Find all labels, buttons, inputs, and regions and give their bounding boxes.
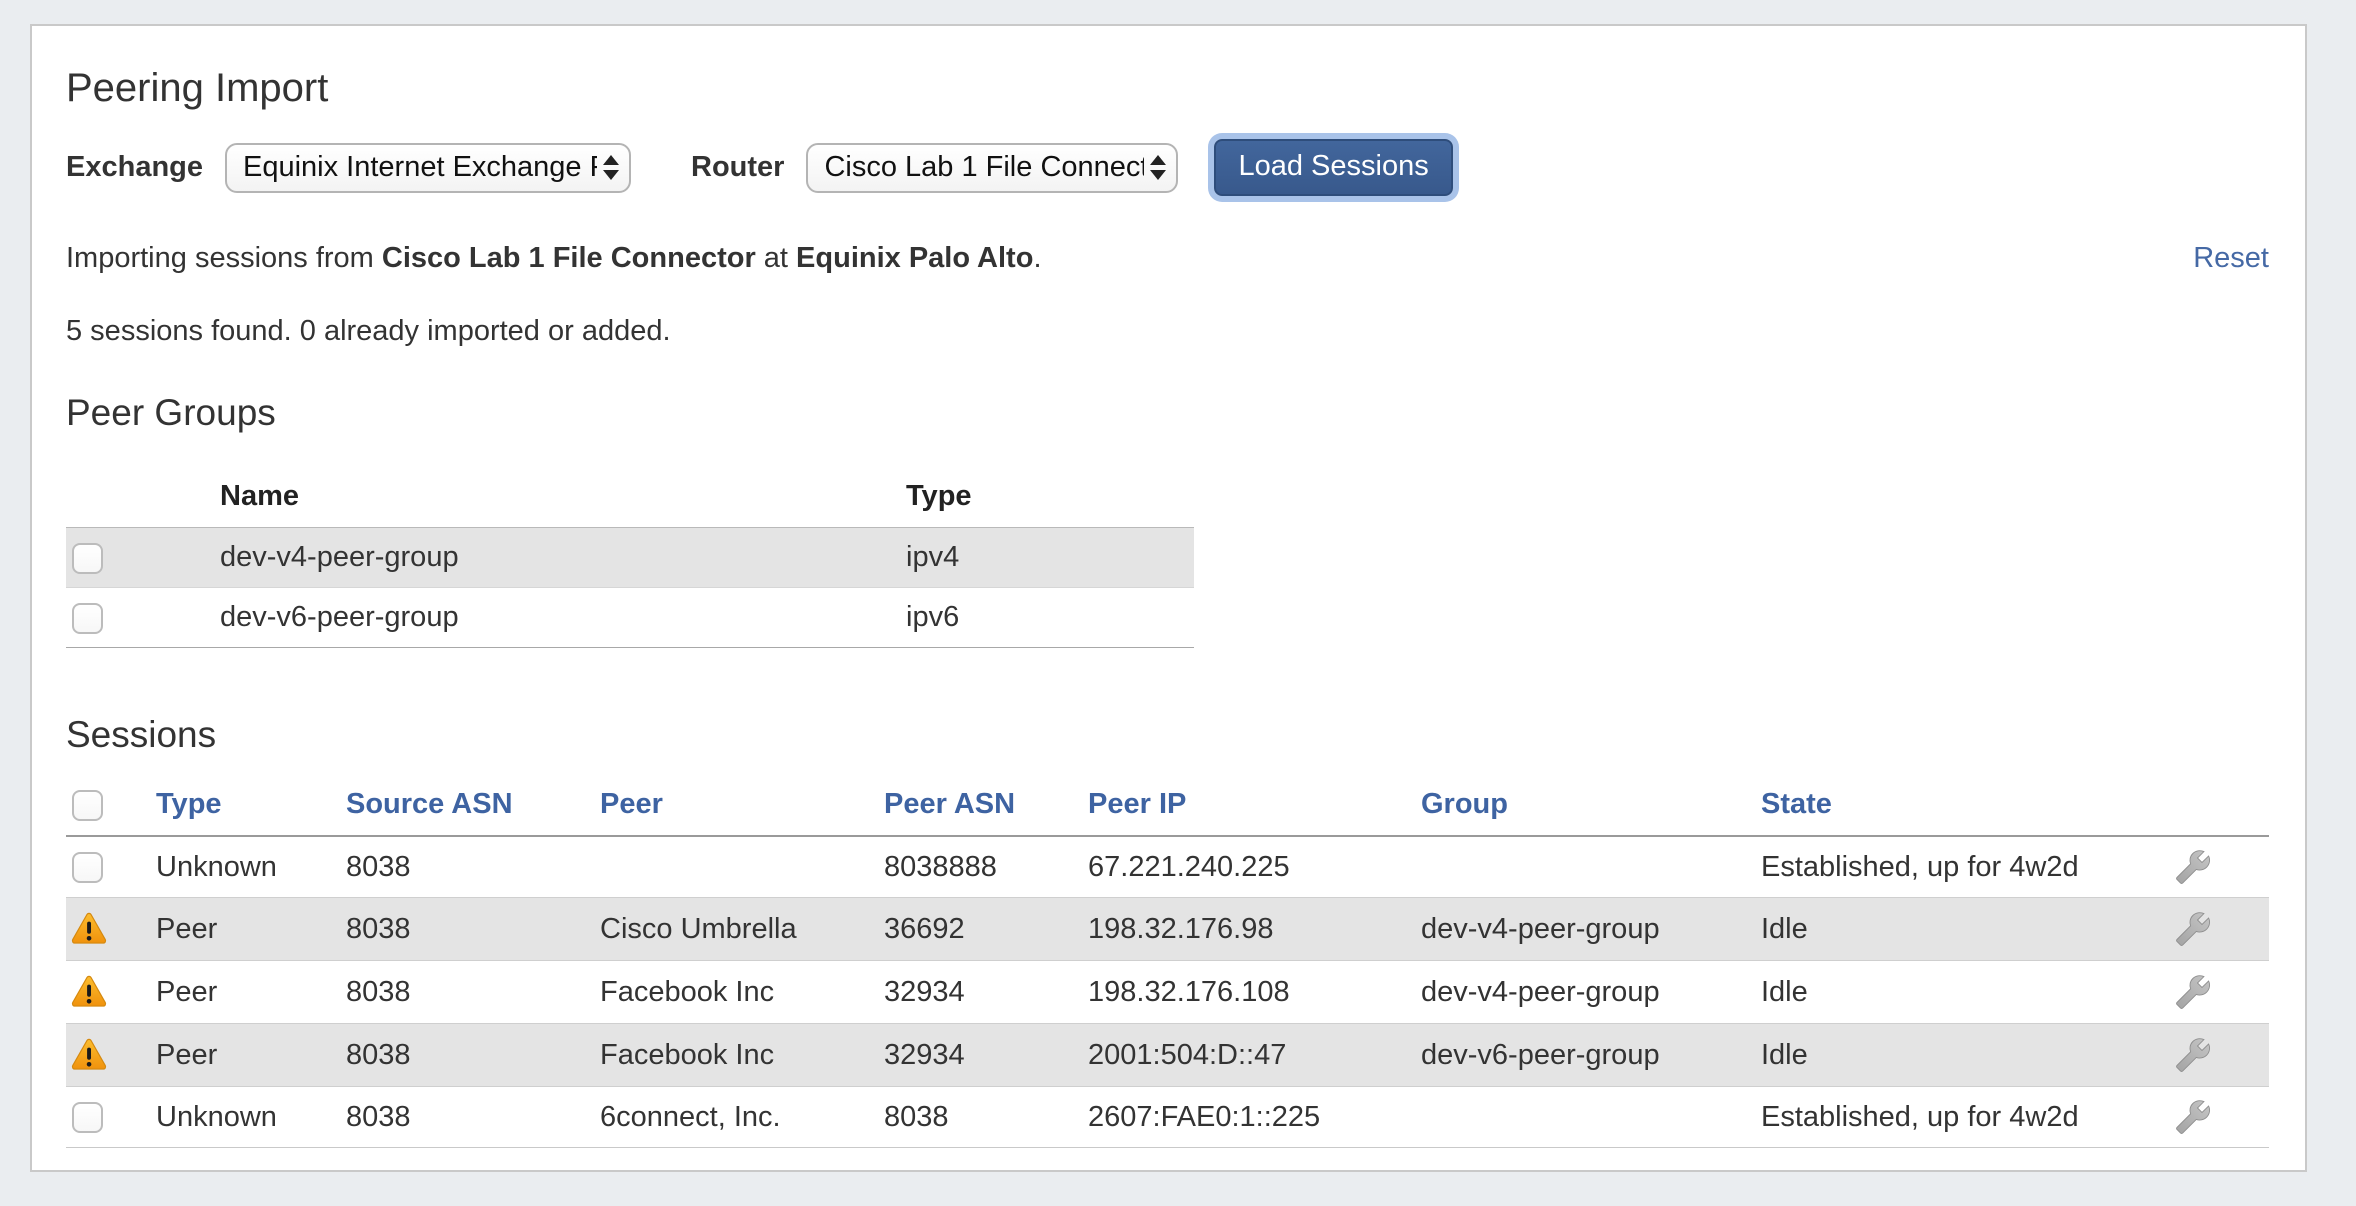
session-peer (600, 836, 884, 898)
select-all-checkbox[interactable] (72, 790, 103, 821)
session-peer-asn: 36692 (884, 898, 1088, 961)
peer-groups-header-row: Name Type (66, 468, 1194, 528)
reset-link-top[interactable]: Reset (2193, 242, 2269, 275)
session-peer-ip: 198.32.176.108 (1088, 961, 1421, 1024)
session-peer: 6connect, Inc. (600, 1087, 884, 1148)
status-prefix: Importing sessions from (66, 242, 374, 274)
warning-icon (68, 973, 110, 1011)
session-type: Peer (156, 898, 346, 961)
router-label: Router (691, 151, 784, 184)
session-row: Peer 8038 Facebook Inc 32934 198.32.176.… (66, 961, 2269, 1024)
sort-group-link[interactable]: Group (1421, 788, 1508, 820)
session-group: dev-v4-peer-group (1421, 898, 1761, 961)
importing-status-text: Importing sessions from Cisco Lab 1 File… (66, 242, 1042, 275)
sort-peer-link[interactable]: Peer (600, 788, 663, 820)
session-row: Unknown 8038 6connect, Inc. 8038 2607:FA… (66, 1087, 2269, 1148)
wrench-icon[interactable] (2175, 911, 2211, 947)
session-peer-ip: 2607:FAE0:1::225 (1088, 1087, 1421, 1148)
session-peer-asn: 8038 (884, 1087, 1088, 1148)
session-checkbox[interactable] (72, 852, 103, 883)
session-row: Unknown 8038 8038888 67.221.240.225 Esta… (66, 836, 2269, 898)
session-peer: Facebook Inc (600, 1024, 884, 1087)
peer-groups-table: Name Type dev-v4-peer-group ipv4 dev-v6-… (66, 468, 1194, 648)
session-peer: Facebook Inc (600, 961, 884, 1024)
sessions-header-row: Type Source ASN Peer Peer ASN Peer IP Gr… (66, 778, 2269, 836)
session-peer: Cisco Umbrella (600, 898, 884, 961)
warning-icon (68, 910, 110, 948)
peer-group-name: dev-v6-peer-group (220, 588, 906, 648)
session-row: Peer 8038 Cisco Umbrella 36692 198.32.17… (66, 898, 2269, 961)
session-row: Peer 8038 Facebook Inc 32934 2001:504:D:… (66, 1024, 2269, 1087)
peer-group-checkbox[interactable] (72, 603, 103, 634)
load-sessions-button[interactable]: Load Sessions (1214, 139, 1452, 196)
select-stepper-icon (1150, 155, 1166, 180)
router-select-value: Cisco Lab 1 File Connector (824, 151, 1144, 184)
peer-groups-header-name: Name (220, 468, 906, 528)
peer-groups-heading: Peer Groups (66, 392, 2269, 434)
session-group: dev-v6-peer-group (1421, 1024, 1761, 1087)
peer-group-row: dev-v6-peer-group ipv6 (66, 588, 1194, 648)
session-type: Peer (156, 1024, 346, 1087)
session-peer-ip: 2001:504:D::47 (1088, 1024, 1421, 1087)
status-suffix: . (1033, 242, 1041, 274)
session-peer-asn: 8038888 (884, 836, 1088, 898)
controls-row: Exchange Equinix Internet Exchange Palo … (66, 139, 2269, 196)
peer-groups-header-type: Type (906, 468, 1194, 528)
session-type: Unknown (156, 1087, 346, 1148)
sort-type-link[interactable]: Type (156, 788, 222, 820)
session-peer-ip: 198.32.176.98 (1088, 898, 1421, 961)
session-state: Idle (1761, 898, 2161, 961)
session-group (1421, 836, 1761, 898)
peer-groups-header-spacer (66, 468, 220, 528)
sort-state-link[interactable]: State (1761, 788, 1832, 820)
sessions-found-summary: 5 sessions found. 0 already imported or … (66, 315, 2269, 348)
sort-peer-ip-link[interactable]: Peer IP (1088, 788, 1186, 820)
session-state: Idle (1761, 961, 2161, 1024)
session-source-asn: 8038 (346, 961, 600, 1024)
wrench-icon[interactable] (2175, 974, 2211, 1010)
session-source-asn: 8038 (346, 836, 600, 898)
warning-icon (68, 1036, 110, 1074)
session-state: Established, up for 4w2d (1761, 836, 2161, 898)
session-checkbox[interactable] (72, 1102, 103, 1133)
peering-import-panel: Peering Import Exchange Equinix Internet… (30, 24, 2307, 1172)
session-type: Peer (156, 961, 346, 1024)
status-connector-name: Cisco Lab 1 File Connector (382, 242, 756, 274)
wrench-icon[interactable] (2175, 1099, 2211, 1135)
sessions-table: Type Source ASN Peer Peer ASN Peer IP Gr… (66, 778, 2269, 1148)
peer-group-checkbox[interactable] (72, 543, 103, 574)
session-source-asn: 8038 (346, 898, 600, 961)
sessions-header-actions (2161, 778, 2269, 836)
peer-group-type: ipv4 (906, 528, 1194, 588)
sessions-heading: Sessions (66, 714, 2269, 756)
page-title: Peering Import (66, 66, 2269, 111)
session-peer-asn: 32934 (884, 1024, 1088, 1087)
exchange-select-value: Equinix Internet Exchange Palo Alto (243, 151, 597, 184)
select-stepper-icon (603, 155, 619, 180)
wrench-icon[interactable] (2175, 849, 2211, 885)
wrench-icon[interactable] (2175, 1037, 2211, 1073)
session-state: Established, up for 4w2d (1761, 1087, 2161, 1148)
sort-source-asn-link[interactable]: Source ASN (346, 788, 513, 820)
exchange-select[interactable]: Equinix Internet Exchange Palo Alto (225, 143, 631, 193)
peer-group-name: dev-v4-peer-group (220, 528, 906, 588)
session-group: dev-v4-peer-group (1421, 961, 1761, 1024)
router-select[interactable]: Cisco Lab 1 File Connector (806, 143, 1178, 193)
status-row: Importing sessions from Cisco Lab 1 File… (66, 242, 2269, 275)
session-peer-asn: 32934 (884, 961, 1088, 1024)
session-type: Unknown (156, 836, 346, 898)
sort-peer-asn-link[interactable]: Peer ASN (884, 788, 1015, 820)
peer-group-type: ipv6 (906, 588, 1194, 648)
status-middle: at (764, 242, 788, 274)
status-exchange-name: Equinix Palo Alto (796, 242, 1033, 274)
session-state: Idle (1761, 1024, 2161, 1087)
exchange-label: Exchange (66, 151, 203, 184)
session-peer-ip: 67.221.240.225 (1088, 836, 1421, 898)
session-source-asn: 8038 (346, 1024, 600, 1087)
session-source-asn: 8038 (346, 1087, 600, 1148)
session-group (1421, 1087, 1761, 1148)
peer-group-row: dev-v4-peer-group ipv4 (66, 528, 1194, 588)
